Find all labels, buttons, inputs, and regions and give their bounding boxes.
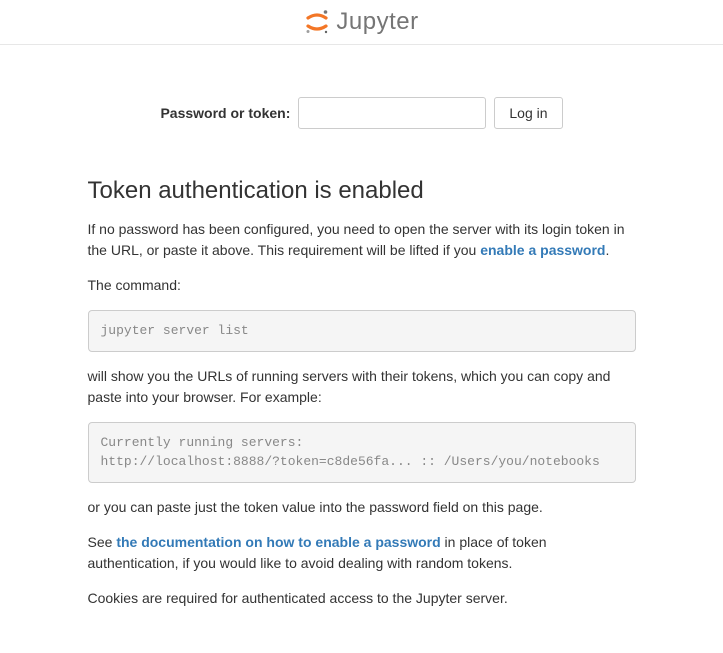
docs-text-a: See — [88, 534, 117, 550]
login-button[interactable]: Log in — [494, 97, 562, 129]
password-input[interactable] — [298, 97, 486, 129]
intro-paragraph: If no password has been configured, you … — [88, 219, 636, 261]
logo-text: Jupyter — [336, 8, 418, 36]
command-label: The command: — [88, 275, 636, 296]
docs-paragraph: See the documentation on how to enable a… — [88, 532, 636, 574]
app-header: Jupyter — [0, 0, 723, 45]
cookies-paragraph: Cookies are required for authenticated a… — [88, 588, 636, 609]
command-code: jupyter server list — [88, 310, 636, 352]
main-container: Password or token: Log in Token authenti… — [88, 45, 636, 653]
explain-paragraph: will show you the URLs of running server… — [88, 366, 636, 408]
login-form: Password or token: Log in — [88, 45, 636, 177]
docs-link[interactable]: the documentation on how to enable a pas… — [116, 534, 440, 550]
enable-password-link[interactable]: enable a password — [480, 242, 605, 258]
password-label: Password or token: — [160, 105, 290, 121]
page-title: Token authentication is enabled — [88, 177, 636, 205]
jupyter-icon — [304, 9, 330, 35]
intro-text-b: . — [606, 242, 610, 258]
paste-paragraph: or you can paste just the token value in… — [88, 497, 636, 518]
example-code: Currently running servers: http://localh… — [88, 422, 636, 483]
jupyter-logo: Jupyter — [304, 8, 418, 36]
